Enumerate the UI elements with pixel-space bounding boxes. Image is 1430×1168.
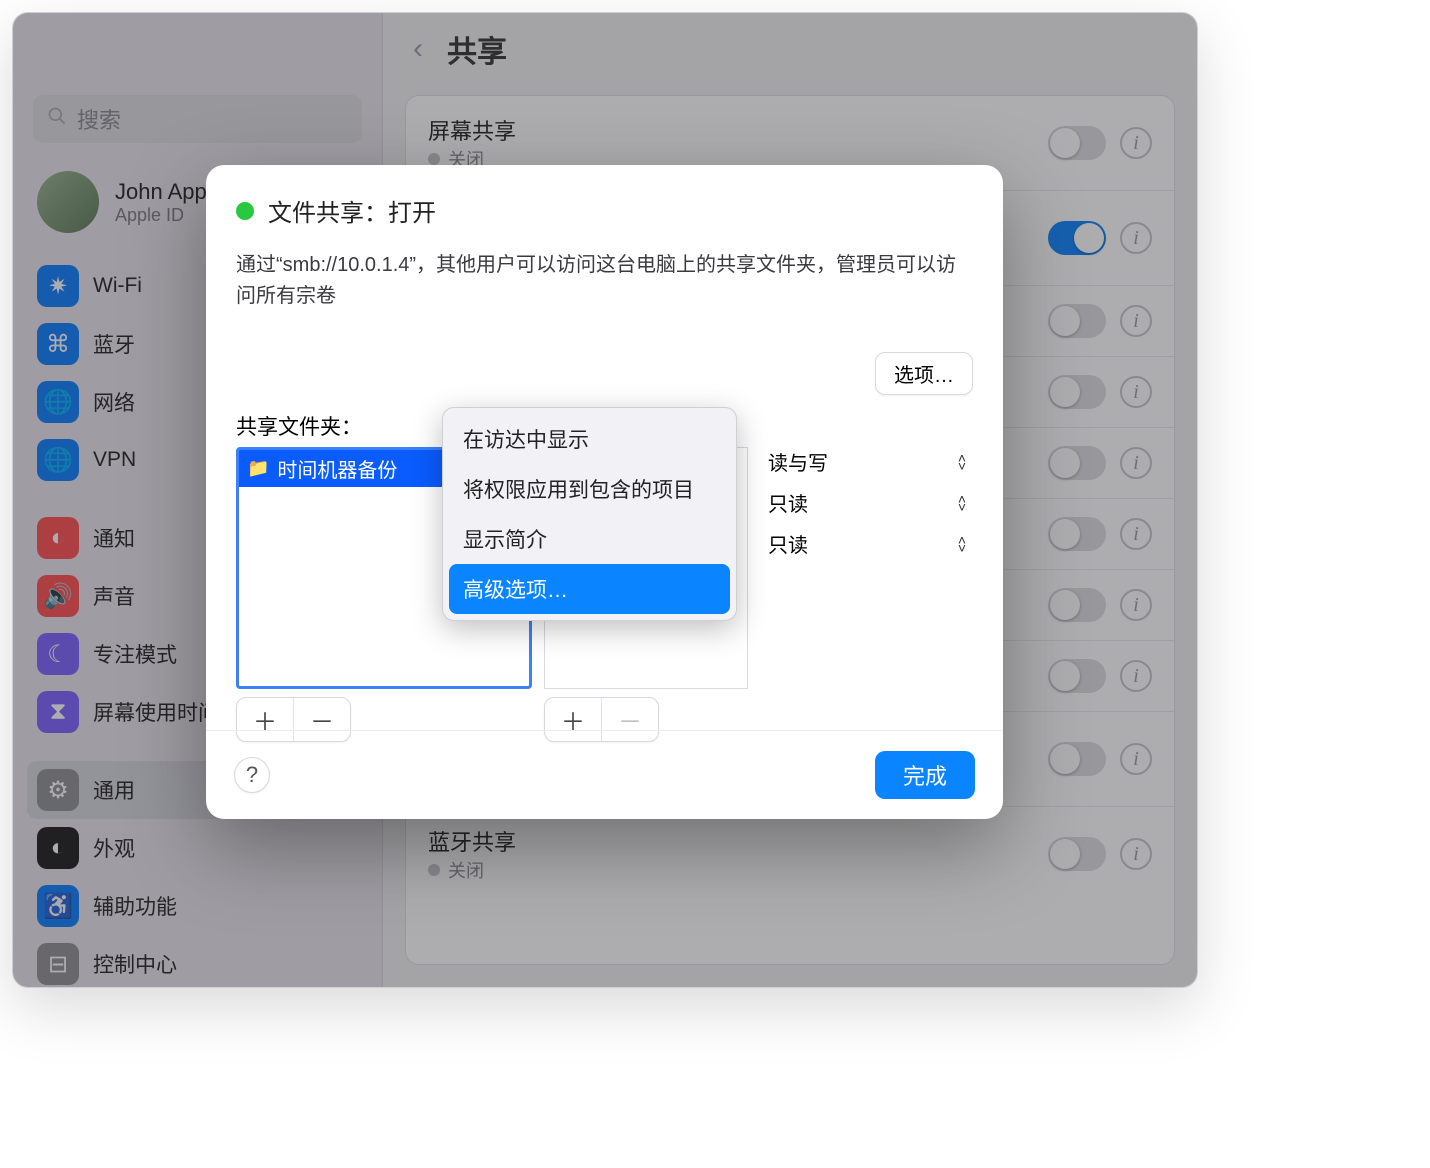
stepper-icon[interactable]: ˄˅ [958,454,966,470]
context-menu-item[interactable]: 显示简介 [449,514,730,564]
permission-label: 只读 [768,488,808,517]
permission-item[interactable]: 只读 ˄˅ [760,523,974,564]
status-dot-on-icon [236,202,254,220]
permission-label: 读与写 [768,447,828,476]
stepper-icon[interactable]: ˄˅ [958,536,966,552]
context-menu-item[interactable]: 在访达中显示 [449,414,730,464]
sheet-description: 通过“smb://10.0.1.4”，其他用户可以访问这台电脑上的共享文件夹，管… [236,250,973,312]
stepper-icon[interactable]: ˄˅ [958,495,966,511]
permission-item[interactable]: 读与写 ˄˅ [760,441,974,482]
shared-folder-name: 时间机器备份 [277,454,397,483]
spacer [760,411,974,435]
help-button[interactable]: ? [234,757,270,793]
permission-item[interactable]: 只读 ˄˅ [760,482,974,523]
permission-label: 只读 [768,529,808,558]
context-menu-item[interactable]: 高级选项… [449,564,730,614]
options-button[interactable]: 选项… [875,352,973,395]
done-button[interactable]: 完成 [875,751,975,799]
permissions-list: 读与写 ˄˅ 只读 ˄˅ 只读 ˄˅ [760,441,974,683]
folder-icon: 📁 [247,458,269,479]
context-menu: 在访达中显示将权限应用到包含的项目显示简介高级选项… [442,407,737,621]
context-menu-item[interactable]: 将权限应用到包含的项目 [449,464,730,514]
sheet-title: 文件共享：打开 [268,193,436,228]
